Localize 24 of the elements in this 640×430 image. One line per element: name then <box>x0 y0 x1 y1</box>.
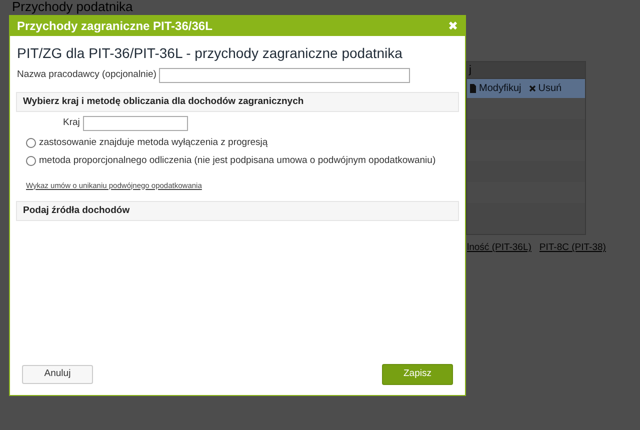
close-icon <box>529 85 536 92</box>
document-icon <box>469 84 477 93</box>
row-action-link[interactable]: Modyfikuj <box>469 81 522 96</box>
row-action-link[interactable]: Usuń <box>529 81 562 96</box>
field-label: Nazwa pracodawcy (opcjonalnie) <box>17 68 156 82</box>
dialog-title: Przychody zagraniczne PIT-36/36L <box>17 18 212 35</box>
table-header: j <box>467 62 585 79</box>
radio-label: zastosowanie znajduje metoda wyłączenia z progresją <box>39 136 268 150</box>
section-header: Wybierz kraj i metodę obliczania dla dochodów zagranicznych <box>16 92 459 112</box>
page-title: Przychody podatnika <box>12 0 133 14</box>
table-row[interactable]: Modyfikuj Usuń <box>467 79 585 98</box>
radio-label: metoda proporcjonalnego odliczenia (nie jest podpisana umowa o podwójnym opodatkowaniu) <box>39 154 436 168</box>
country-input[interactable] <box>82 116 188 131</box>
form-link[interactable]: lność (PIT-36L) <box>467 241 532 256</box>
radio-button[interactable] <box>26 138 36 148</box>
close-button[interactable]: ✖ <box>448 20 458 32</box>
field-label: Kraj <box>63 116 80 130</box>
dialog-heading: PIT/ZG dla PIT-36/PIT-36L - przychody zagraniczne podatnika <box>16 44 404 63</box>
radio-button[interactable] <box>26 156 36 166</box>
form-link[interactable]: PIT-8C (PIT-38) <box>539 241 606 256</box>
cancel-button[interactable]: Anuluj <box>22 365 93 384</box>
section-header: Podaj źródła dochodów <box>16 200 459 221</box>
employer-input[interactable] <box>159 68 410 83</box>
save-button[interactable]: Zapisz <box>382 364 453 385</box>
